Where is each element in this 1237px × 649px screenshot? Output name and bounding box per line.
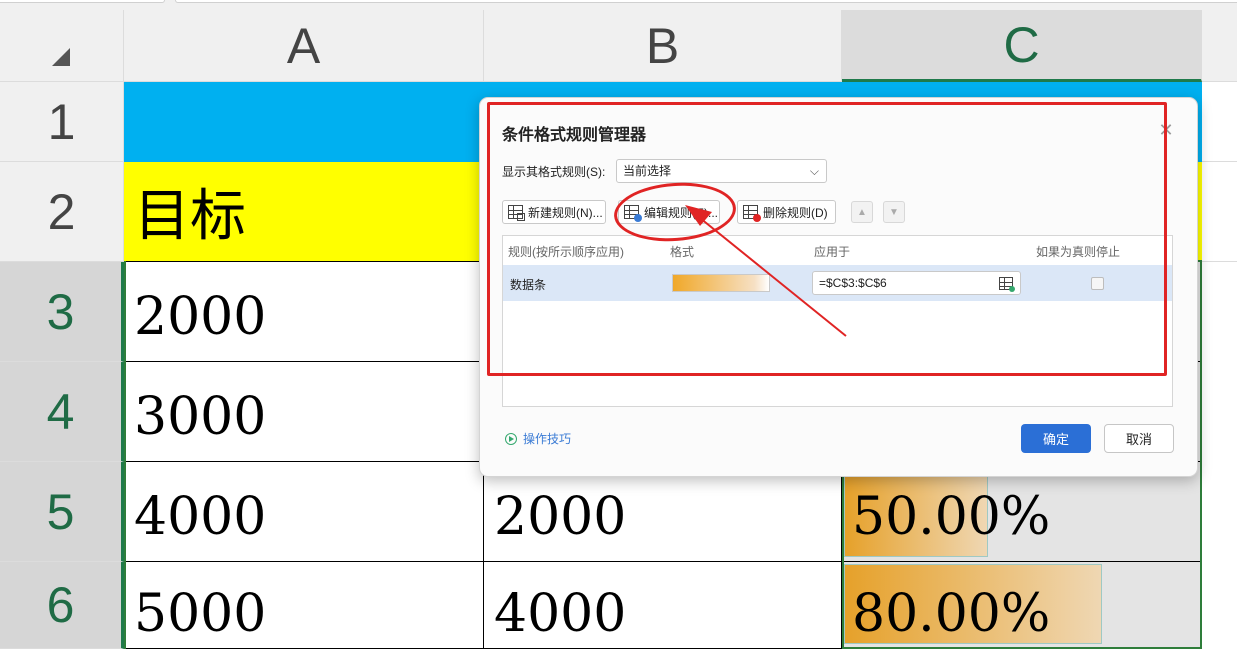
cell-a2-text: 目标 [134, 184, 246, 249]
cell-c5-text: 50.00% [852, 487, 1051, 547]
column-d-cells[interactable] [1202, 262, 1237, 649]
rule-row-type: 数据条 [510, 278, 547, 292]
new-rule-label: 新建规则(N)... [528, 205, 603, 220]
triangle-down-icon: ▼ [889, 206, 899, 218]
show-rules-label: 显示其格式规则(S): [502, 165, 606, 179]
workbook-tab-strip [0, 0, 1237, 10]
tips-label: 操作技巧 [523, 432, 572, 446]
cell-a5-text: 4000 [134, 487, 267, 547]
show-rules-value: 当前选择 [623, 164, 672, 178]
edit-rule-label: 编辑规则(E)... [644, 205, 718, 220]
cell-c6-text: 80.00% [852, 584, 1051, 644]
row-header-4[interactable]: 4 [0, 362, 124, 462]
cell-c6[interactable]: 80.00% [842, 562, 1202, 649]
row-header-2[interactable]: 2 [0, 162, 124, 262]
cell-b5[interactable]: 2000 [484, 462, 842, 562]
applies-to-value: =$C$3:$C$6 [819, 276, 887, 290]
row-header-1[interactable]: 1 [0, 82, 124, 162]
play-icon [505, 432, 517, 445]
rule-format-preview [672, 274, 770, 292]
stop-if-true-checkbox[interactable] [1091, 277, 1104, 290]
cell-a6-text: 5000 [134, 584, 267, 644]
ok-button[interactable]: 确定 [1021, 424, 1091, 453]
cell-b6[interactable]: 4000 [484, 562, 842, 649]
rules-table [502, 235, 1173, 407]
chevron-down-icon: ⌵ [809, 164, 819, 178]
range-picker-icon[interactable] [999, 277, 1015, 292]
cell-a4[interactable]: 3000 [124, 362, 484, 462]
cancel-button[interactable]: 取消 [1104, 424, 1174, 453]
row-header-3[interactable]: 3 [0, 262, 124, 362]
rules-header-stop-if-true: 如果为真则停止 [1036, 245, 1121, 259]
new-rule-icon [508, 205, 525, 221]
delete-rule-label: 删除规则(D) [763, 205, 828, 220]
delete-rule-button[interactable]: 删除规则(D) [737, 200, 836, 224]
cell-a5[interactable]: 4000 [124, 462, 484, 562]
new-rule-button[interactable]: 新建规则(N)... [502, 200, 606, 224]
close-icon[interactable]: ✕ [1156, 120, 1176, 140]
column-header-c[interactable]: C [842, 10, 1202, 82]
dialog-title: 条件格式规则管理器 [502, 127, 647, 144]
rules-header-applies-to: 应用于 [814, 245, 851, 259]
cell-c5[interactable]: 50.00% [842, 462, 1202, 562]
cell-a6[interactable]: 5000 [124, 562, 484, 649]
rules-header-format: 格式 [670, 245, 695, 259]
workbook-tab[interactable] [0, 0, 165, 3]
select-all-icon [52, 48, 70, 66]
cell-b5-text: 2000 [494, 487, 627, 547]
edit-rule-icon [624, 205, 642, 222]
triangle-up-icon: ▲ [857, 206, 867, 218]
column-header-a[interactable]: A [124, 10, 484, 82]
cell-a3-text: 2000 [134, 287, 267, 347]
show-rules-select[interactable]: 当前选择 ⌵ [616, 159, 827, 183]
workbook-tab[interactable] [175, 0, 1237, 3]
tips-link[interactable]: 操作技巧 [505, 430, 571, 447]
row-header-5[interactable]: 5 [0, 462, 124, 562]
cell-d1[interactable] [1202, 82, 1237, 162]
row-header-6[interactable]: 6 [0, 562, 124, 649]
rules-header-rule: 规则(按所示顺序应用) [508, 245, 624, 259]
cell-a3[interactable]: 2000 [124, 262, 484, 362]
column-header-d[interactable] [1202, 10, 1237, 82]
cell-d2[interactable] [1202, 162, 1237, 262]
column-header-b[interactable]: B [484, 10, 842, 82]
select-all-corner[interactable] [0, 10, 124, 82]
move-up-button[interactable]: ▲ [851, 201, 873, 223]
move-down-button[interactable]: ▼ [883, 201, 905, 223]
edit-rule-button[interactable]: 编辑规则(E)... [618, 200, 720, 224]
applies-to-input[interactable]: =$C$3:$C$6 [812, 271, 1021, 295]
cell-a4-text: 3000 [134, 387, 267, 447]
delete-rule-icon [743, 205, 761, 222]
cell-b6-text: 4000 [494, 584, 627, 644]
